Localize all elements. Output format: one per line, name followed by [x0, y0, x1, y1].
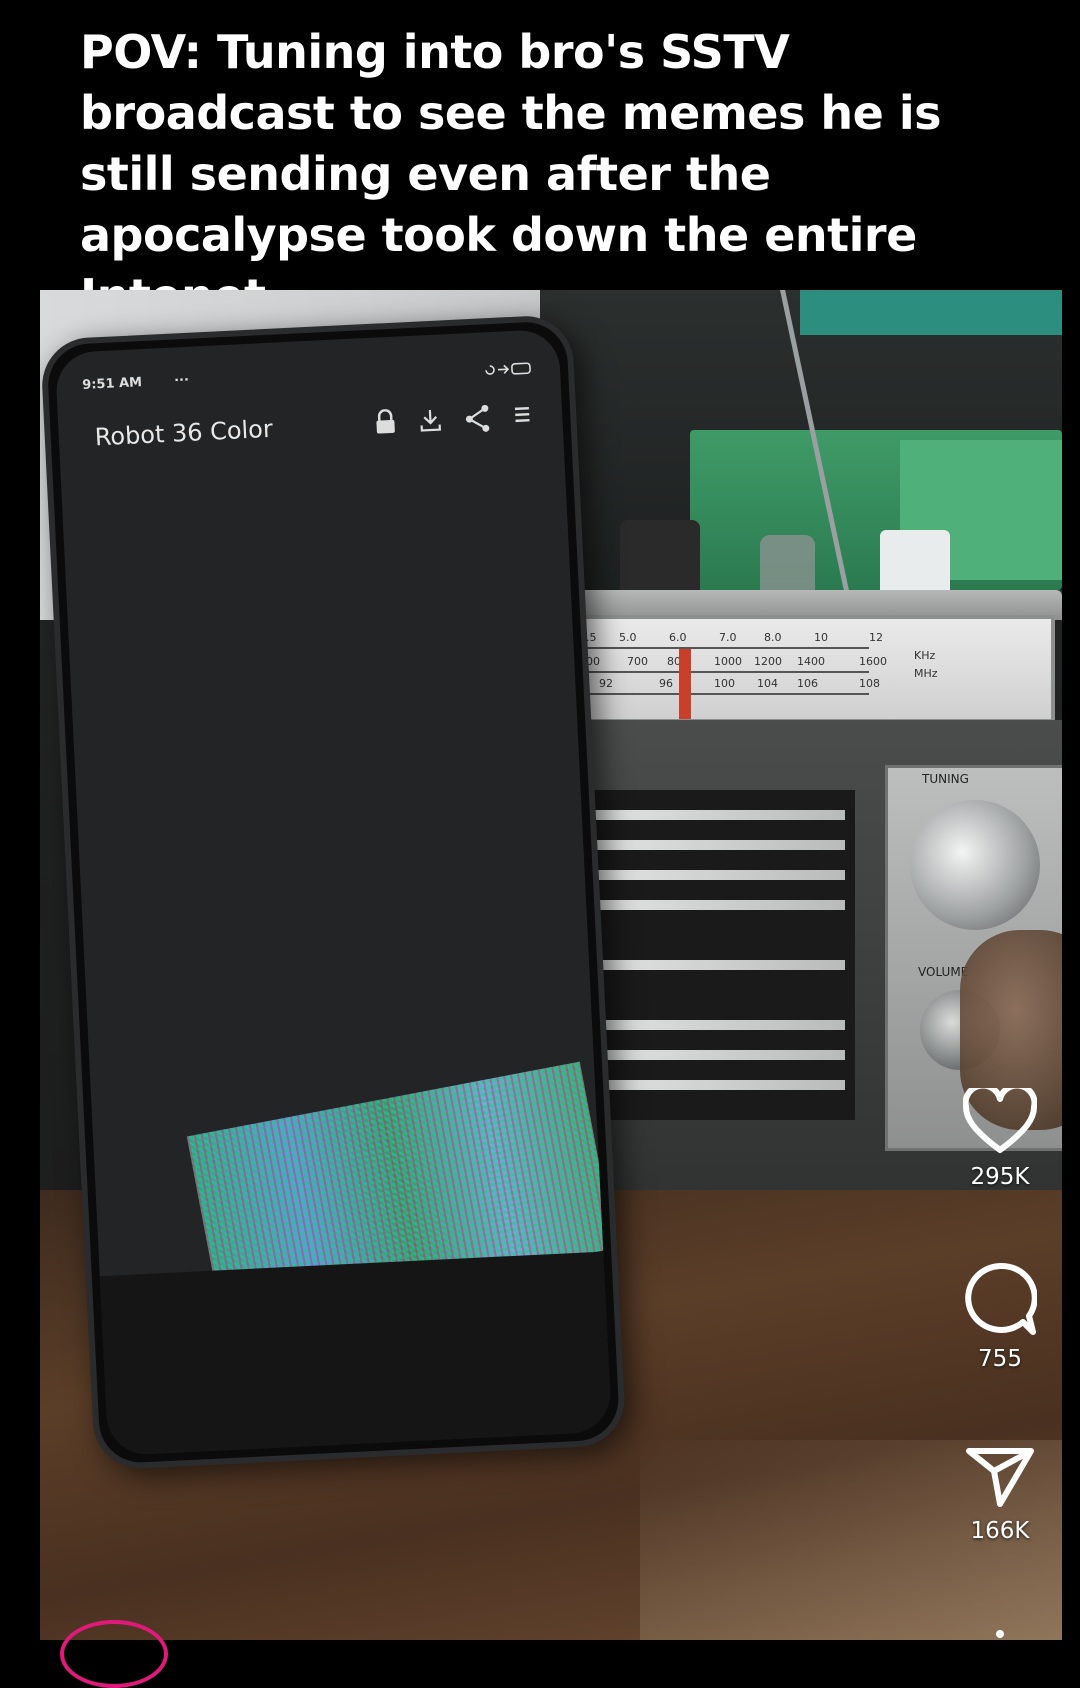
share-action[interactable]: 166K [955, 1446, 1045, 1544]
smartphone: 9:51 AM ··· Robot 36 Color [40, 314, 627, 1471]
background-teal-object [800, 290, 1062, 335]
download-icon[interactable] [418, 406, 443, 435]
phone-lower-screen [99, 1251, 612, 1456]
video-frame[interactable]: 4.5 5.0 6.0 7.0 8.0 10 12 600 700 800 10… [40, 290, 1062, 1640]
grille-slat [555, 810, 845, 820]
send-icon[interactable] [955, 1446, 1045, 1508]
grille-slat [555, 840, 845, 850]
dial-num: 1400 [797, 655, 825, 668]
dial-num: 12 [869, 631, 883, 644]
radio-dial-panel: 4.5 5.0 6.0 7.0 8.0 10 12 600 700 800 10… [535, 615, 1055, 723]
share-count: 166K [970, 1518, 1030, 1544]
share-icon[interactable] [464, 404, 491, 433]
dial-num: 7.0 [719, 631, 737, 644]
dial-num: 6.0 [669, 631, 687, 644]
dial-line [539, 647, 869, 649]
dial-num: 8.0 [764, 631, 782, 644]
background-dark-object [620, 520, 700, 600]
dial-num: 100 [714, 677, 735, 690]
comment-action[interactable]: 755 [955, 1262, 1045, 1372]
phone-battery-icon [482, 360, 533, 382]
more-options-icon[interactable] [996, 1630, 1004, 1638]
avatar-story-ring[interactable] [60, 1620, 168, 1688]
lock-icon[interactable] [374, 408, 397, 438]
dial-unit: MHz [914, 667, 938, 680]
dial-unit: KHz [914, 649, 936, 662]
dial-num: 1200 [754, 655, 782, 668]
dial-num: 96 [659, 677, 673, 690]
tuning-knob [910, 800, 1040, 930]
dial-num: 92 [599, 677, 613, 690]
dial-needle [679, 649, 691, 719]
dial-num: 1600 [859, 655, 887, 668]
tuning-label: TUNING [922, 772, 969, 786]
comment-count: 755 [978, 1346, 1022, 1372]
app-toolbar [374, 402, 533, 438]
phone-status-dots: ··· [173, 372, 190, 389]
heart-icon[interactable] [955, 1088, 1045, 1154]
post-caption: POV: Tuning into bro's SSTV broadcast to… [80, 25, 942, 323]
comment-icon[interactable] [955, 1262, 1045, 1336]
dial-num: 700 [627, 655, 648, 668]
phone-screen: 9:51 AM ··· Robot 36 Color [54, 328, 612, 1456]
phone-status-time: 9:51 AM [81, 375, 143, 393]
dial-num: 5.0 [619, 631, 637, 644]
like-count: 295K [970, 1164, 1030, 1190]
dial-num: 1000 [714, 655, 742, 668]
dial-num: 104 [757, 677, 778, 690]
dial-num: 10 [814, 631, 828, 644]
menu-icon[interactable] [512, 402, 533, 431]
app-title: Robot 36 Color [94, 414, 274, 452]
dial-num: 108 [859, 677, 880, 690]
like-action[interactable]: 295K [955, 1088, 1045, 1190]
dial-num: 106 [797, 677, 818, 690]
